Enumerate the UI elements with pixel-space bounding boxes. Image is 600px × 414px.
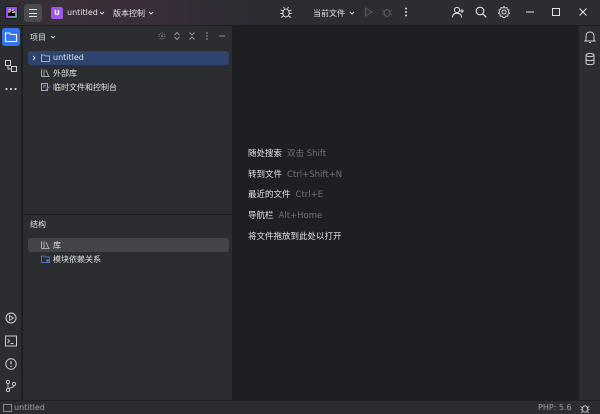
vcs-widget[interactable]: 版本控制: [113, 8, 145, 19]
tree-row-external-libraries[interactable]: 外部库: [28, 66, 229, 80]
run-services-icon: [5, 312, 17, 324]
add-user-icon[interactable]: [451, 5, 465, 19]
project-panel-header: 项目: [23, 26, 233, 46]
services-tool-button[interactable]: [2, 309, 20, 327]
structure-row-module-dependencies[interactable]: 模块依赖关系: [28, 252, 229, 266]
chevron-down-icon[interactable]: [148, 10, 154, 16]
main-menu-button[interactable]: [24, 4, 42, 22]
chevron-down-icon[interactable]: [99, 10, 105, 16]
more-horizontal-icon: [5, 87, 17, 91]
right-tool-strip: [578, 26, 600, 400]
tree-row-scratches[interactable]: 临时文件和控制台: [28, 80, 229, 94]
close-icon[interactable]: [574, 4, 592, 20]
structure-tool-button[interactable]: [2, 57, 20, 75]
problems-warning-icon: [5, 358, 17, 370]
database-button[interactable]: [581, 50, 599, 68]
locate-icon[interactable]: [157, 31, 167, 41]
panel-divider[interactable]: [23, 214, 233, 215]
bell-icon: [583, 31, 597, 43]
chevron-down-icon[interactable]: [349, 10, 355, 16]
run-configuration-selector[interactable]: 当前文件: [313, 8, 345, 19]
hint-goto-file[interactable]: 转到文件 Ctrl+Shift+N: [248, 168, 342, 180]
project-tool-window: 项目 untitled 外部库 临时文件和控制台 结构 库 模块依赖关系: [23, 26, 233, 400]
terminal-icon: [5, 335, 17, 347]
more-actions-icon[interactable]: [399, 5, 413, 19]
collapse-all-icon[interactable]: [187, 31, 197, 41]
library-icon: [41, 241, 50, 249]
tree-label: 临时文件和控制台: [53, 83, 117, 92]
hint-recent-files[interactable]: 最近的文件 Ctrl+E: [248, 188, 323, 200]
tree-label: 库: [53, 241, 61, 250]
problems-tool-button[interactable]: [2, 355, 20, 373]
bug-icon[interactable]: [579, 402, 591, 414]
expand-all-icon[interactable]: [172, 31, 182, 41]
library-icon: [41, 69, 50, 77]
status-bar: untitled PHP: 5.6: [0, 400, 600, 414]
hint-drop-files: 将文件拖放到此处以打开: [248, 232, 342, 242]
minimize-icon[interactable]: [521, 4, 539, 20]
tree-label: 外部库: [53, 69, 77, 78]
debug-bug-icon[interactable]: [279, 5, 293, 19]
hide-panel-icon[interactable]: [217, 31, 227, 41]
breadcrumb[interactable]: untitled: [14, 403, 45, 412]
terminal-tool-button[interactable]: [2, 332, 20, 350]
structure-icon: [5, 60, 17, 72]
project-tool-button[interactable]: [2, 28, 20, 46]
scratches-icon: [41, 83, 50, 91]
title-bar: PS U untitled 版本控制 当前文件: [0, 0, 600, 26]
left-tool-strip: [0, 26, 22, 400]
editor-area[interactable]: 随处搜索 双击 Shift 转到文件 Ctrl+Shift+N 最近的文件 Ctrl+…: [234, 26, 578, 400]
folder-icon: [41, 54, 50, 62]
run-icon[interactable]: [361, 5, 375, 19]
project-breadcrumb-icon: [3, 404, 12, 412]
folder-icon: [4, 32, 18, 43]
debug-icon[interactable]: [380, 5, 394, 19]
options-icon[interactable]: [202, 31, 212, 41]
settings-gear-icon[interactable]: [497, 5, 511, 19]
hint-search-everywhere[interactable]: 随处搜索 双击 Shift: [248, 147, 326, 159]
tree-label: untitled: [53, 53, 84, 62]
maximize-icon[interactable]: [547, 4, 565, 20]
database-icon: [585, 52, 595, 66]
project-switcher[interactable]: untitled: [67, 8, 98, 17]
more-tools-button[interactable]: [2, 80, 20, 98]
structure-panel-title: 结构: [30, 220, 46, 229]
git-tool-button[interactable]: [2, 377, 20, 395]
app-logo: PS: [5, 6, 18, 19]
project-badge[interactable]: U: [51, 7, 63, 19]
hint-navigation-bar[interactable]: 导航栏 Alt+Home: [248, 209, 322, 221]
project-panel-title[interactable]: 项目: [30, 32, 46, 43]
tree-row-project[interactable]: untitled: [28, 51, 229, 65]
chevron-down-icon[interactable]: [50, 34, 56, 40]
chevron-right-icon[interactable]: [31, 55, 37, 61]
structure-row-libraries[interactable]: 库: [28, 238, 229, 252]
php-language-level[interactable]: PHP: 5.6: [538, 403, 572, 412]
tree-label: 模块依赖关系: [53, 255, 101, 264]
search-icon[interactable]: [474, 5, 488, 19]
notifications-button[interactable]: [581, 28, 599, 46]
git-branch-icon: [5, 379, 17, 393]
module-dependency-icon: [41, 255, 50, 263]
